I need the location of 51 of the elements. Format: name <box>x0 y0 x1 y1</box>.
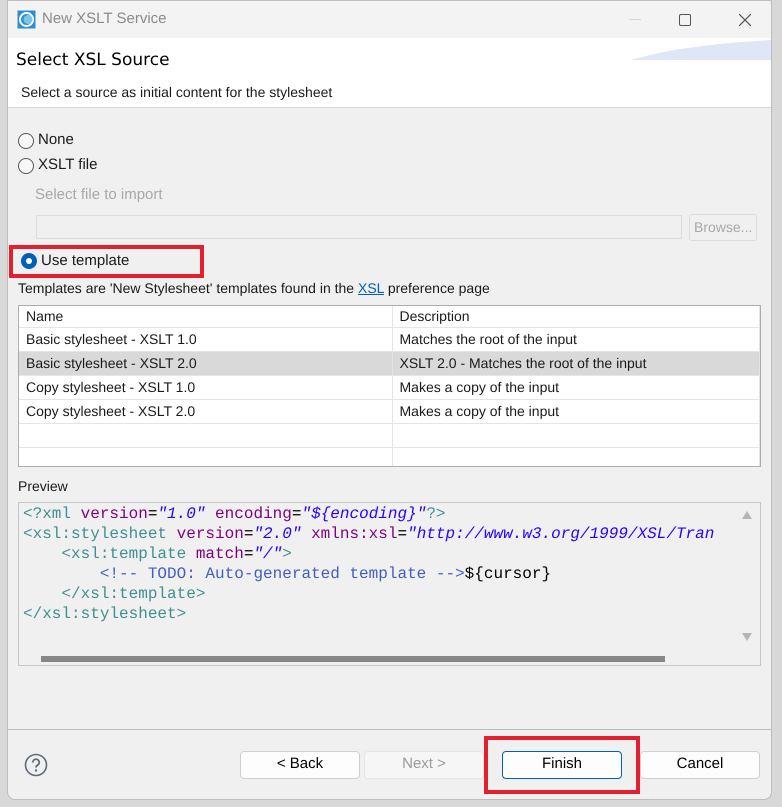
radio-label: None <box>38 130 74 150</box>
code-token: "http://www.w3.org/1999/XSL/Tran <box>407 524 714 544</box>
table-row[interactable]: Basic stylesheet - XSLT 2.0 XSLT 2.0 - Matches the root of the input <box>19 352 760 376</box>
page-description: Select a source as initial content for the stylesheet <box>21 82 332 102</box>
dialog-button[interactable]: Cancel <box>640 750 760 778</box>
preview-label: Preview <box>18 476 68 496</box>
code-token: "/" <box>253 544 282 564</box>
code-token: version <box>80 504 148 524</box>
templates-note: Templates are 'New Stylesheet' templates found in the XSL preference page <box>18 278 491 298</box>
code-token: </xsl:stylesheet> <box>23 604 186 624</box>
radio-button[interactable] <box>18 158 34 174</box>
maximize-icon[interactable] <box>679 14 691 26</box>
code-token: xmlns:xsl <box>310 524 398 544</box>
table-row[interactable]: Copy stylesheet - XSLT 2.0 Makes a copy of the input <box>19 400 760 424</box>
code-token: "${encoding}" <box>301 504 426 524</box>
code-token: <!-- TODO: Auto-generated template --> <box>98 564 465 584</box>
table-row[interactable]: Basic stylesheet - XSLT 1.0 Matches the root of the input <box>19 328 760 352</box>
dialog-button[interactable]: < Back <box>240 750 360 778</box>
code-token: ${cursor} <box>464 564 552 584</box>
close-icon[interactable] <box>739 14 751 26</box>
code-token: <xsl:template <box>60 544 188 564</box>
horizontal-scrollbar[interactable] <box>41 656 665 662</box>
radio-button[interactable] <box>21 253 37 269</box>
dialog-button[interactable]: Finish <box>502 750 622 778</box>
code-token: = <box>244 524 254 544</box>
radio-label: XSLT file <box>38 155 98 176</box>
table-cell: Makes a copy of the input <box>392 400 760 424</box>
page-title: Select XSL Source <box>16 49 170 72</box>
help-icon[interactable] <box>24 752 48 776</box>
code-token: ?> <box>426 504 446 524</box>
window-title: New XSLT Service <box>42 9 166 30</box>
field-label: Select file to import <box>35 185 163 205</box>
code-token: "2.0" <box>253 524 302 544</box>
radio-button[interactable] <box>18 132 34 148</box>
code-token: "1.0" <box>157 504 206 524</box>
code-token: match <box>196 544 244 564</box>
code-token: = <box>244 544 254 564</box>
code-token: = <box>397 524 408 544</box>
code-token: <?xml <box>23 504 72 524</box>
table-row[interactable]: Copy stylesheet - XSLT 1.0 Makes a copy of the input <box>19 376 760 400</box>
code-token: <xsl:stylesheet <box>23 524 168 544</box>
app-icon <box>17 10 36 29</box>
code-token: </xsl:template> <box>60 584 206 604</box>
code-token: version <box>176 524 244 544</box>
code-token: encoding <box>214 504 292 524</box>
code-token: = <box>292 504 302 524</box>
table-cell: Copy stylesheet - XSLT 2.0 <box>19 400 392 424</box>
xsl-link[interactable]: XSL <box>358 280 384 296</box>
code-token: > <box>282 544 292 564</box>
code-token: = <box>148 504 158 524</box>
radio-label: Use template <box>41 250 130 271</box>
